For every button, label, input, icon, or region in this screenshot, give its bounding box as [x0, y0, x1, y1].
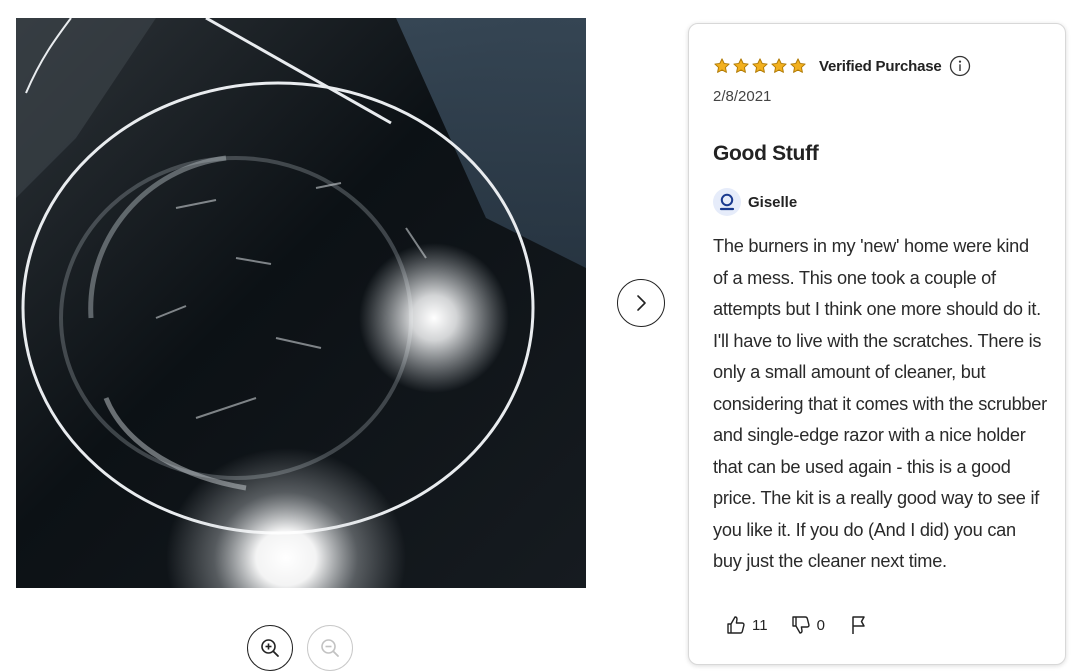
thumbs-down-icon [790, 614, 812, 636]
next-review-button[interactable] [617, 279, 665, 327]
zoom-out-button[interactable] [307, 625, 353, 671]
review-title: Good Stuff [713, 142, 819, 165]
verified-purchase-label: Verified Purchase [819, 57, 942, 75]
helpful-count: 11 [752, 616, 768, 634]
info-icon[interactable] [949, 55, 971, 77]
zoom-in-button[interactable] [247, 625, 293, 671]
star-icon [752, 58, 768, 73]
star-icon [790, 58, 806, 73]
zoom-in-icon [259, 637, 281, 659]
review-feedback: 11 0 [725, 614, 869, 636]
star-rating [713, 57, 807, 75]
star-icon [733, 58, 749, 73]
review-text: The burners in my 'new' home were kind o… [713, 236, 1047, 571]
star-icon [771, 58, 787, 73]
helpful-button[interactable]: 11 [725, 614, 768, 636]
review-card: Verified Purchase 2/8/2021 Good Stuff Gi… [688, 23, 1066, 665]
chevron-right-icon [634, 293, 648, 313]
review-header: Verified Purchase [713, 55, 971, 77]
zoom-out-icon [319, 637, 341, 659]
user-icon [713, 188, 741, 216]
report-button[interactable] [849, 614, 869, 636]
unhelpful-button[interactable]: 0 [790, 614, 825, 636]
star-icon [714, 58, 730, 73]
unhelpful-count: 0 [816, 616, 825, 634]
author-name: Giselle [748, 193, 798, 211]
review-photo[interactable] [16, 18, 586, 588]
thumbs-up-icon [725, 614, 747, 636]
flag-icon [849, 614, 869, 636]
review-author: Giselle [713, 188, 797, 216]
review-date: 2/8/2021 [713, 88, 772, 105]
